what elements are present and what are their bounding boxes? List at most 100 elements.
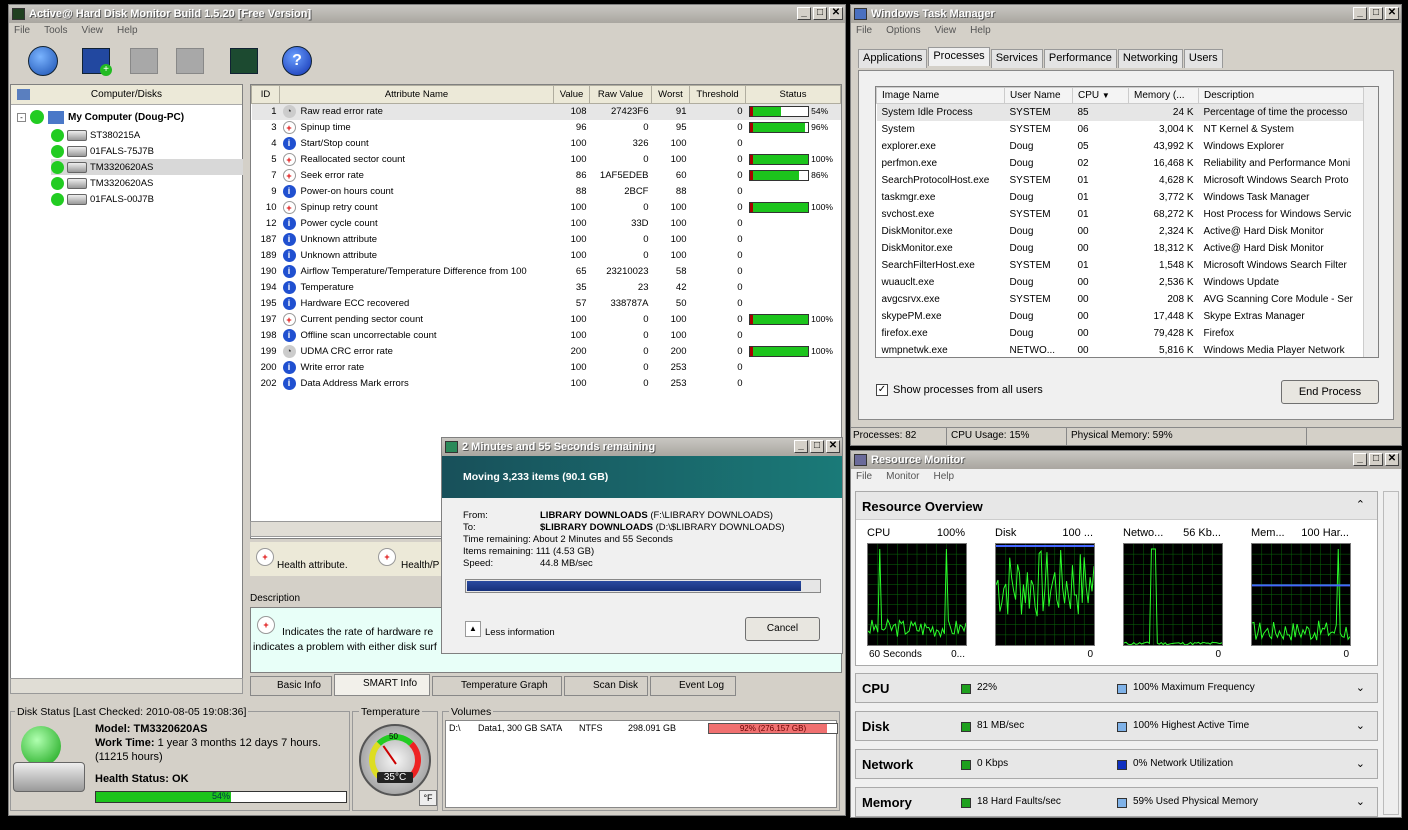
- add-computer-icon[interactable]: +: [82, 48, 112, 76]
- tree-disk-item[interactable]: TM3320620AS: [51, 175, 243, 191]
- tab-event-log[interactable]: Event Log: [650, 676, 736, 696]
- col-image-name[interactable]: Image Name: [876, 87, 1005, 104]
- tm-tab-applications[interactable]: Applications: [858, 49, 928, 68]
- col-value[interactable]: Value: [553, 85, 590, 104]
- process-row[interactable]: avgcsrvx.exe SYSTEM 00 208 K AVG Scanning Co…: [877, 291, 1364, 308]
- process-vscrollbar[interactable]: [1363, 87, 1378, 357]
- process-row[interactable]: System SYSTEM 06 3,004 K NT Kernel & System: [877, 121, 1364, 138]
- col-user-name[interactable]: User Name: [1004, 87, 1073, 104]
- less-info-toggle[interactable]: ▲ Less information: [465, 619, 555, 638]
- chevron-down-icon[interactable]: ⌄: [1356, 719, 1365, 732]
- tm-close-button[interactable]: ✕: [1385, 7, 1399, 20]
- process-row[interactable]: System Idle Process SYSTEM 85 24 K Percentag…: [876, 103, 1364, 121]
- tab-smart-info[interactable]: SMART Info: [334, 674, 430, 696]
- close-button[interactable]: ✕: [829, 7, 843, 20]
- process-row[interactable]: DiskMonitor.exe Doug 00 18,312 K Active@ Har…: [877, 240, 1364, 257]
- attribute-row[interactable]: 195 i Hardware ECC recovered 57 338787A 50 0: [252, 296, 841, 312]
- collapse-icon[interactable]: -: [17, 112, 26, 122]
- tree-hscrollbar[interactable]: [10, 678, 243, 694]
- end-process-button[interactable]: End Process: [1281, 380, 1379, 404]
- attribute-row[interactable]: 198 i Offline scan uncorrectable count 100 0…: [252, 328, 841, 344]
- attribute-row[interactable]: 189 i Unknown attribute 100 0 100 0: [252, 248, 841, 264]
- hdm-titlebar[interactable]: Active@ Hard Disk Monitor Build 1.5.20 […: [9, 5, 845, 23]
- tm-menu-file[interactable]: File: [856, 23, 872, 39]
- tree-disk-item[interactable]: ST380215A: [51, 127, 243, 143]
- attribute-row[interactable]: 202 i Data Address Mark errors 100 0 253 0: [252, 376, 841, 392]
- copy-maximize-button[interactable]: □: [810, 440, 824, 453]
- tree-header[interactable]: Computer/Disks: [11, 85, 242, 105]
- attribute-row[interactable]: 10 + Spinup retry count 100 0 100 0 100%: [252, 200, 841, 216]
- col-threshold[interactable]: Threshold: [689, 85, 746, 104]
- temp-unit-toggle[interactable]: °F: [419, 790, 437, 806]
- tree-root[interactable]: - My Computer (Doug-PC): [17, 110, 184, 124]
- col-cpu[interactable]: CPU ▼: [1072, 87, 1129, 104]
- process-row[interactable]: explorer.exe Doug 05 43,992 K Windows Explor…: [877, 138, 1364, 155]
- section-cpu[interactable]: CPU 22% 100% Maximum Frequency ⌄: [855, 673, 1378, 703]
- chevron-down-icon[interactable]: ⌄: [1356, 681, 1365, 694]
- refresh-icon[interactable]: [28, 46, 58, 76]
- copy-minimize-button[interactable]: _: [794, 440, 808, 453]
- tree-disk-item[interactable]: 01FALS-75J7B: [51, 143, 243, 159]
- section-disk[interactable]: Disk 81 MB/sec 100% Highest Active Time ⌄: [855, 711, 1378, 741]
- overview-header[interactable]: Resource Overview ⌃: [856, 492, 1377, 520]
- menu-help[interactable]: Help: [117, 23, 138, 39]
- options-icon[interactable]: [230, 48, 258, 74]
- help-icon[interactable]: ?: [282, 46, 312, 76]
- settings-computer-icon[interactable]: [130, 48, 158, 74]
- section-network[interactable]: Network 0 Kbps 0% Network Utilization ⌄: [855, 749, 1378, 779]
- tm-menu-options[interactable]: Options: [886, 23, 920, 39]
- tm-menu-help[interactable]: Help: [970, 23, 991, 39]
- rm-menu-help[interactable]: Help: [933, 469, 954, 485]
- copy-close-button[interactable]: ✕: [826, 440, 840, 453]
- attribute-row[interactable]: 7 + Seek error rate 86 1AF5EDEB 60 0 86%: [252, 168, 841, 184]
- attribute-row[interactable]: 199 ◔ UDMA CRC error rate 200 0 200 0 100%: [252, 344, 841, 360]
- process-row[interactable]: wuauclt.exe Doug 00 2,536 K Windows Update: [877, 274, 1364, 291]
- resmon-titlebar[interactable]: Resource Monitor _ □ ✕: [851, 451, 1401, 469]
- menu-tools[interactable]: Tools: [44, 23, 67, 39]
- tm-tab-networking[interactable]: Networking: [1117, 49, 1183, 68]
- attribute-row[interactable]: 1 ◔ Raw read error rate 108 27423F6 91 0 54%: [251, 103, 841, 120]
- col-memory[interactable]: Memory (...: [1128, 87, 1199, 104]
- col-description[interactable]: Description: [1198, 87, 1364, 104]
- attribute-row[interactable]: 12 i Power cycle count 100 33D 100 0: [252, 216, 841, 232]
- section-memory[interactable]: Memory 18 Hard Faults/sec 59% Used Physica…: [855, 787, 1378, 817]
- resmon-vscrollbar[interactable]: [1383, 491, 1399, 815]
- process-row[interactable]: firefox.exe Doug 00 79,428 K Firefox: [877, 325, 1364, 342]
- tm-tab-performance[interactable]: Performance: [1043, 49, 1117, 68]
- tm-tab-services[interactable]: Services: [990, 49, 1043, 68]
- attribute-row[interactable]: 4 i Start/Stop count 100 326 100 0: [252, 136, 841, 152]
- process-row[interactable]: SearchFilterHost.exe SYSTEM 01 1,548 K Micro…: [877, 257, 1364, 274]
- attribute-row[interactable]: 3 + Spinup time 96 0 95 0 96%: [252, 120, 841, 136]
- col-raw-value[interactable]: Raw Value: [589, 85, 652, 104]
- remove-computer-icon[interactable]: [176, 48, 204, 74]
- tab-basic-info[interactable]: Basic Info: [250, 676, 332, 696]
- tm-menu-view[interactable]: View: [935, 23, 957, 39]
- process-row[interactable]: taskmgr.exe Doug 01 3,772 K Windows Task Man…: [877, 189, 1364, 206]
- tab-temperature-graph[interactable]: Temperature Graph: [432, 676, 562, 696]
- tab-scan-disk[interactable]: Scan Disk: [564, 676, 648, 696]
- rm-menu-file[interactable]: File: [856, 469, 872, 485]
- rm-maximize-button[interactable]: □: [1369, 453, 1383, 466]
- attribute-row[interactable]: 187 i Unknown attribute 100 0 100 0: [252, 232, 841, 248]
- maximize-button[interactable]: □: [813, 7, 827, 20]
- attribute-row[interactable]: 194 i Temperature 35 23 42 0: [252, 280, 841, 296]
- attribute-row[interactable]: 5 + Reallocated sector count 100 0 100 0 100%: [252, 152, 841, 168]
- volume-row[interactable]: D:\ Data1, 300 GB SATA NTFS 298.091 GB 9…: [446, 723, 838, 737]
- chevron-up-icon[interactable]: ⌃: [1356, 498, 1365, 511]
- rm-menu-monitor[interactable]: Monitor: [886, 469, 919, 485]
- menu-view[interactable]: View: [81, 23, 103, 39]
- menu-file[interactable]: File: [14, 23, 30, 39]
- attribute-row[interactable]: 200 i Write error rate 100 0 253 0: [252, 360, 841, 376]
- process-row[interactable]: SearchProtocolHost.exe SYSTEM 01 4,628 K Mic…: [877, 172, 1364, 189]
- cancel-button[interactable]: Cancel: [745, 617, 820, 641]
- minimize-button[interactable]: _: [797, 7, 811, 20]
- tm-tab-users[interactable]: Users: [1183, 49, 1223, 68]
- tree-disk-item[interactable]: 01FALS-00J7B: [51, 191, 243, 207]
- attribute-row[interactable]: 9 i Power-on hours count 88 2BCF 88 0: [252, 184, 841, 200]
- process-row[interactable]: wmpnetwk.exe NETWO... 00 5,816 K Windows Med…: [877, 342, 1364, 358]
- attribute-row[interactable]: 190 i Airflow Temperature/Temperature Diff…: [252, 264, 841, 280]
- col-id[interactable]: ID: [251, 85, 280, 104]
- chevron-down-icon[interactable]: ⌄: [1356, 757, 1365, 770]
- rm-close-button[interactable]: ✕: [1385, 453, 1399, 466]
- process-row[interactable]: skypePM.exe Doug 00 17,448 K Skype Extras Ma…: [877, 308, 1364, 325]
